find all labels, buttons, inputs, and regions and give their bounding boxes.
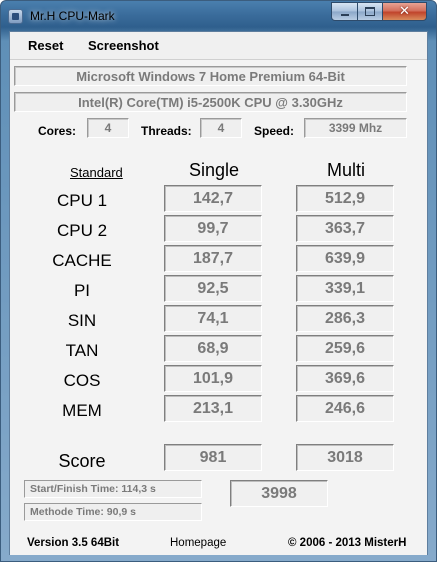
homepage-link[interactable]: Homepage (170, 537, 226, 549)
threads-field: 4 (200, 118, 242, 138)
row-label: TAN (65, 341, 99, 360)
total-score: 3998 (230, 480, 328, 507)
multi-result: 339,1 (296, 275, 394, 302)
single-result: 68,9 (164, 335, 262, 362)
maximize-icon (365, 7, 375, 16)
title-bar[interactable]: Mr.H CPU-Mark ✕ (1, 1, 436, 31)
multi-result: 512,9 (296, 185, 394, 212)
minimize-icon (340, 13, 349, 16)
multi-result: 639,9 (296, 245, 394, 272)
cores-field: 4 (87, 118, 129, 138)
close-button[interactable]: ✕ (382, 2, 427, 21)
row-label: COS (63, 371, 101, 390)
cpu-field: Intel(R) Core(TM) i5-2500K CPU @ 3.30GHz (14, 92, 407, 112)
methode-time: Methode Time: 90,9 s (24, 503, 202, 521)
score-single: 981 (164, 444, 262, 471)
maximize-button[interactable] (357, 2, 383, 21)
main-panel: Microsoft Windows 7 Home Premium 64-Bit … (10, 59, 427, 555)
threads-label: Threads: (141, 124, 192, 138)
single-result: 187,7 (164, 245, 262, 272)
standard-link[interactable]: Standard (70, 165, 123, 180)
single-result: 92,5 (164, 275, 262, 302)
multi-result: 369,6 (296, 365, 394, 392)
os-field: Microsoft Windows 7 Home Premium 64-Bit (14, 66, 407, 86)
speed-label: Speed: (254, 124, 295, 138)
menu-reset[interactable]: Reset (28, 38, 63, 53)
copyright-label: © 2006 - 2013 MisterH (288, 537, 407, 549)
window-title: Mr.H CPU-Mark (30, 9, 115, 23)
score-label: Score (58, 451, 106, 471)
multi-result: 259,6 (296, 335, 394, 362)
row-label: SIN (67, 311, 97, 330)
minimize-button[interactable] (331, 2, 358, 21)
app-icon[interactable] (8, 9, 23, 24)
multi-result: 246,6 (296, 395, 394, 422)
multi-header: Multi (327, 160, 366, 180)
row-label: MEM (62, 401, 102, 420)
speed-field: 3399 Mhz (304, 118, 407, 138)
single-result: 142,7 (164, 185, 262, 212)
app-window: Mr.H CPU-Mark ✕ Reset Screenshot Microso… (0, 0, 437, 562)
single-result: 74,1 (164, 305, 262, 332)
multi-result: 286,3 (296, 305, 394, 332)
single-result: 101,9 (164, 365, 262, 392)
row-label: PI (73, 281, 91, 300)
start-finish-time: Start/Finish Time: 114,3 s (24, 480, 202, 498)
row-label: CPU 1 (56, 191, 108, 210)
client-area: Reset Screenshot Microsoft Windows 7 Hom… (9, 31, 428, 555)
version-label: Version 3.5 64Bit (27, 537, 120, 549)
close-icon: ✕ (399, 4, 410, 19)
menu-bar: Reset Screenshot (10, 32, 427, 59)
cores-label: Cores: (38, 124, 77, 138)
single-result: 99,7 (164, 215, 262, 242)
single-header: Single (189, 160, 240, 180)
row-label: CACHE (52, 251, 112, 270)
multi-result: 363,7 (296, 215, 394, 242)
score-multi: 3018 (296, 444, 394, 471)
single-result: 213,1 (164, 395, 262, 422)
menu-screenshot[interactable]: Screenshot (88, 38, 159, 53)
row-label: CPU 2 (56, 221, 108, 240)
